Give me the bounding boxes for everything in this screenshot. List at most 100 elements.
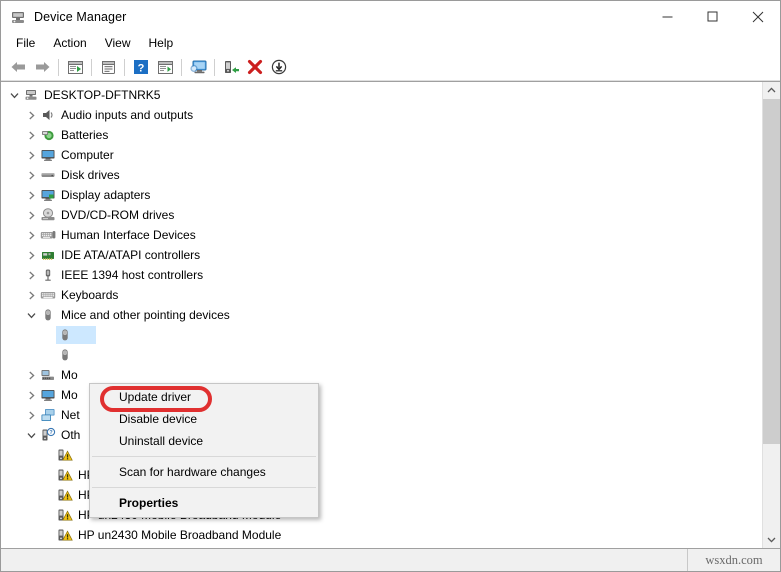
other-devices-icon: ? bbox=[40, 427, 56, 443]
tree-row-mice[interactable]: Mice and other pointing devices bbox=[1, 305, 762, 325]
tree-row-label: Display adapters bbox=[61, 188, 151, 202]
chevron-up-icon[interactable] bbox=[763, 82, 780, 99]
scrollbar-thumb[interactable] bbox=[763, 99, 780, 444]
window-controls bbox=[645, 1, 780, 32]
menu-help[interactable]: Help bbox=[140, 34, 183, 53]
tree-row-modems[interactable]: Mo bbox=[1, 365, 762, 385]
watermark: wsxdn.com bbox=[705, 552, 763, 567]
computer-root-icon bbox=[23, 87, 39, 103]
chevron-right-icon[interactable] bbox=[23, 405, 39, 425]
context-menu-separator bbox=[92, 456, 316, 457]
tree-row-device[interactable]: HP un2430 Mobile Broadband Module bbox=[1, 525, 762, 545]
tree-row-display-adapters[interactable]: Display adapters bbox=[1, 185, 762, 205]
tree-row-ide-controllers[interactable]: IDE ATA/ATAPI controllers bbox=[1, 245, 762, 265]
tree-row-mouse-device-2[interactable] bbox=[1, 345, 762, 365]
network-adapter-icon bbox=[40, 407, 56, 423]
tree-row-label: Net bbox=[61, 408, 80, 422]
maximize-button[interactable] bbox=[690, 1, 735, 32]
chevron-right-icon[interactable] bbox=[23, 225, 39, 245]
chevron-right-icon[interactable] bbox=[23, 165, 39, 185]
tree-row-label: Disk drives bbox=[61, 168, 120, 182]
unknown-device-warning-icon bbox=[57, 487, 73, 503]
toolbar-separator bbox=[58, 58, 59, 76]
disable-device-icon[interactable] bbox=[219, 56, 243, 78]
context-menu-item-uninstall-device[interactable]: Uninstall device bbox=[90, 430, 318, 452]
context-menu-item-update-driver[interactable]: Update driver bbox=[90, 386, 318, 408]
content-area: DESKTOP-DFTNRK5 Audio inputs and outputs bbox=[1, 81, 780, 548]
toolbar-separator bbox=[214, 58, 215, 76]
chevron-right-icon[interactable] bbox=[23, 185, 39, 205]
chevron-right-icon[interactable] bbox=[23, 145, 39, 165]
tree-row-label: Batteries bbox=[61, 128, 109, 142]
context-menu-item-scan-for-hardware-changes[interactable]: Scan for hardware changes bbox=[90, 461, 318, 483]
tree-row-label: IDE ATA/ATAPI controllers bbox=[61, 248, 201, 262]
forward-icon[interactable] bbox=[30, 56, 54, 78]
context-menu-item-disable-device[interactable]: Disable device bbox=[90, 408, 318, 430]
toolbar: ? bbox=[1, 54, 780, 81]
close-button[interactable] bbox=[735, 1, 780, 32]
tree-row-label: Mo bbox=[61, 368, 78, 382]
unknown-device-warning-icon bbox=[57, 467, 73, 483]
tree-row-computer[interactable]: Computer bbox=[1, 145, 762, 165]
chevron-right-icon[interactable] bbox=[23, 125, 39, 145]
unknown-device-warning-icon bbox=[57, 527, 73, 543]
menu-file[interactable]: File bbox=[7, 34, 44, 53]
properties-icon[interactable] bbox=[96, 56, 120, 78]
context-menu[interactable]: Update driver Disable device Uninstall d… bbox=[89, 383, 319, 518]
back-icon[interactable] bbox=[6, 56, 30, 78]
context-menu-separator bbox=[92, 487, 316, 488]
monitor-icon bbox=[40, 147, 56, 163]
tree-row-label: Audio inputs and outputs bbox=[61, 108, 194, 122]
optical-drive-icon bbox=[40, 207, 56, 223]
tree-row-label: Keyboards bbox=[61, 288, 119, 302]
chevron-down-icon[interactable] bbox=[763, 531, 780, 548]
menu-bar: File Action View Help bbox=[1, 32, 780, 54]
tree-row-hid[interactable]: Human Interface Devices bbox=[1, 225, 762, 245]
chevron-right-icon[interactable] bbox=[23, 285, 39, 305]
disk-drive-icon bbox=[40, 167, 56, 183]
tree-row-keyboards[interactable]: Keyboards bbox=[1, 285, 762, 305]
tree-row-root[interactable]: DESKTOP-DFTNRK5 bbox=[1, 85, 762, 105]
update-driver-icon[interactable] bbox=[153, 56, 177, 78]
tree-row-batteries[interactable]: Batteries bbox=[1, 125, 762, 145]
mouse-icon bbox=[57, 327, 73, 343]
tree-row-disk-drives[interactable]: Disk drives bbox=[1, 165, 762, 185]
minimize-button[interactable] bbox=[645, 1, 690, 32]
tree-row-mouse-device-1[interactable] bbox=[1, 325, 762, 345]
chevron-right-icon[interactable] bbox=[23, 105, 39, 125]
status-bar: wsxdn.com bbox=[1, 548, 780, 571]
tree-row-ieee1394[interactable]: IEEE 1394 host controllers bbox=[1, 265, 762, 285]
chevron-right-icon[interactable] bbox=[23, 245, 39, 265]
window-title: Device Manager bbox=[34, 9, 127, 24]
hid-icon bbox=[40, 227, 56, 243]
chevron-down-icon[interactable] bbox=[23, 425, 39, 445]
display-adapter-icon bbox=[40, 187, 56, 203]
uninstall-device-icon[interactable] bbox=[243, 56, 267, 78]
toolbar-separator bbox=[181, 58, 182, 76]
help-icon[interactable]: ? bbox=[129, 56, 153, 78]
vertical-scrollbar[interactable] bbox=[762, 82, 780, 548]
scan-for-hardware-changes-icon[interactable] bbox=[186, 56, 210, 78]
chevron-down-icon[interactable] bbox=[6, 85, 22, 105]
context-menu-item-properties[interactable]: Properties bbox=[90, 492, 318, 514]
menu-view[interactable]: View bbox=[96, 34, 140, 53]
download-icon[interactable] bbox=[267, 56, 291, 78]
chevron-right-icon[interactable] bbox=[23, 265, 39, 285]
tree-row-label: DESKTOP-DFTNRK5 bbox=[44, 88, 161, 102]
svg-text:?: ? bbox=[49, 430, 52, 436]
mouse-icon bbox=[40, 307, 56, 323]
chevron-right-icon[interactable] bbox=[23, 205, 39, 225]
tree-row-label: Mo bbox=[61, 388, 78, 402]
tree-row-audio[interactable]: Audio inputs and outputs bbox=[1, 105, 762, 125]
keyboard-icon bbox=[40, 287, 56, 303]
show-hidden-devices-icon[interactable] bbox=[63, 56, 87, 78]
menu-action[interactable]: Action bbox=[44, 34, 95, 53]
tree-row-dvd-cdrom[interactable]: DVD/CD-ROM drives bbox=[1, 205, 762, 225]
chevron-right-icon[interactable] bbox=[23, 365, 39, 385]
device-manager-icon bbox=[10, 9, 26, 25]
ieee1394-icon bbox=[40, 267, 56, 283]
chevron-right-icon[interactable] bbox=[23, 385, 39, 405]
chevron-down-icon[interactable] bbox=[23, 305, 39, 325]
title-bar: Device Manager bbox=[1, 1, 780, 32]
device-tree[interactable]: DESKTOP-DFTNRK5 Audio inputs and outputs bbox=[1, 82, 762, 548]
